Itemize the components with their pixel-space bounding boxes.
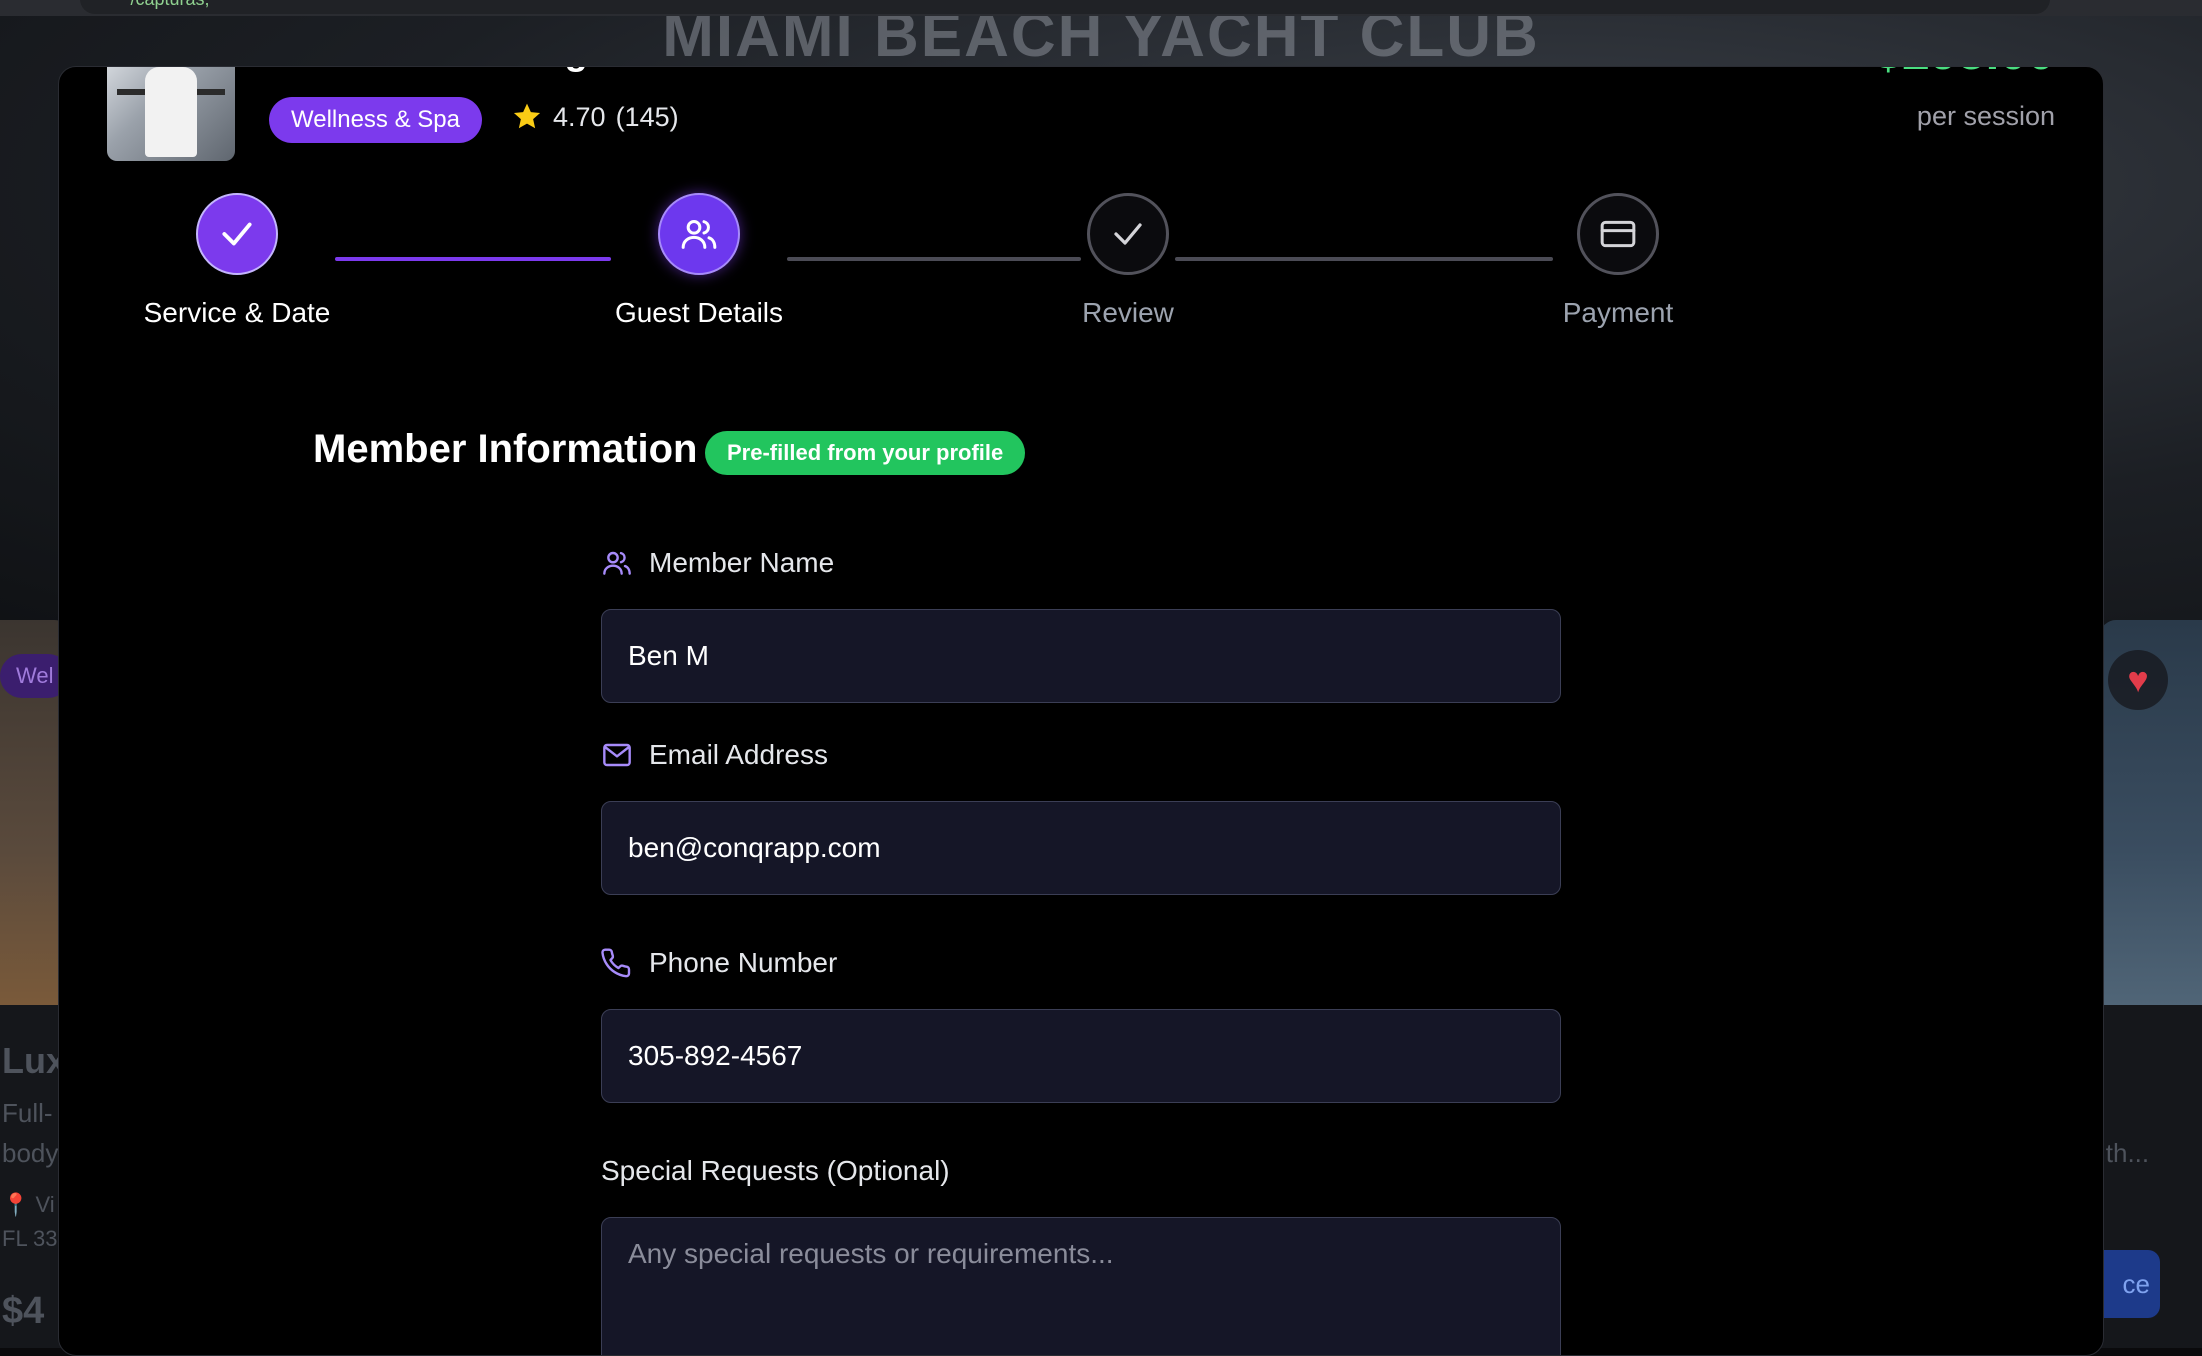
prefilled-badge: Pre-filled from your profile [705,431,1026,475]
phone-icon [601,948,631,978]
step-connector [335,257,611,261]
card-description-line: Full- [2,1098,53,1128]
special-requests-label: Special Requests (Optional) [601,1155,950,1187]
service-price: $295.00 [1874,67,2055,81]
step-indicator [1577,193,1659,275]
special-requests-textarea[interactable] [601,1217,1561,1355]
card-price: $4 [2,1290,45,1332]
price-unit: per session [1916,101,2055,131]
card-description-fragment: ith... [2100,1138,2150,1168]
address-bar[interactable]: ~/capturas, [80,0,2050,14]
field-label-text: Member Name [649,547,835,578]
step-connector [1175,257,1553,261]
step-connector [787,257,1081,261]
email-label: Email Address [601,739,828,771]
phone-field[interactable] [601,1009,1561,1103]
browser-toolbar: ~/capturas, [0,0,2202,16]
users-icon [603,551,631,575]
heart-icon[interactable]: ♥ [2108,650,2168,710]
review-count: (145) [615,101,679,132]
star-icon [513,103,541,129]
rating-value: 4.70 [553,101,606,132]
booking-modal: Personal Training & Fitness Wellness & S… [58,66,2104,1356]
step-payment[interactable]: Payment [1553,193,1683,329]
check-icon [222,222,252,246]
section-title: Member Information [313,427,698,471]
field-label-text: Email Address [649,739,828,770]
card-location: FL 33 [2,1226,58,1251]
member-name-input[interactable] [601,609,1561,703]
card-title: Lux [2,1040,67,1081]
credit-card-icon [1600,220,1636,248]
check-icon [1114,223,1142,245]
member-name-label: Member Name [601,547,834,579]
field-label-text: Phone Number [649,947,838,978]
service-rating: 4.70 (145) [511,101,679,133]
category-badge: Wellness & Spa [269,97,482,143]
background-card-right[interactable] [2100,620,2202,1348]
users-icon [681,220,717,249]
step-label: Guest Details [614,297,784,328]
card-description-line: body [2,1138,59,1168]
step-label: Service & Date [143,297,331,328]
phone-label: Phone Number [601,947,837,979]
step-label: Review [1082,297,1174,328]
email-field[interactable] [601,801,1561,895]
step-label: Payment [1562,297,1674,328]
step-indicator [1087,193,1169,275]
step-guest-details[interactable]: Guest Details [611,193,787,329]
step-service-date[interactable]: Service & Date [139,193,335,329]
step-review[interactable]: Review [1081,193,1175,329]
service-thumbnail [107,67,235,161]
field-label-text: Special Requests (Optional) [601,1155,950,1186]
mail-icon [603,743,631,767]
step-indicator [658,193,740,275]
step-indicator [196,193,278,275]
card-location: 📍 Vi [2,1192,55,1217]
service-title: Personal Training & Fitness [269,67,769,74]
